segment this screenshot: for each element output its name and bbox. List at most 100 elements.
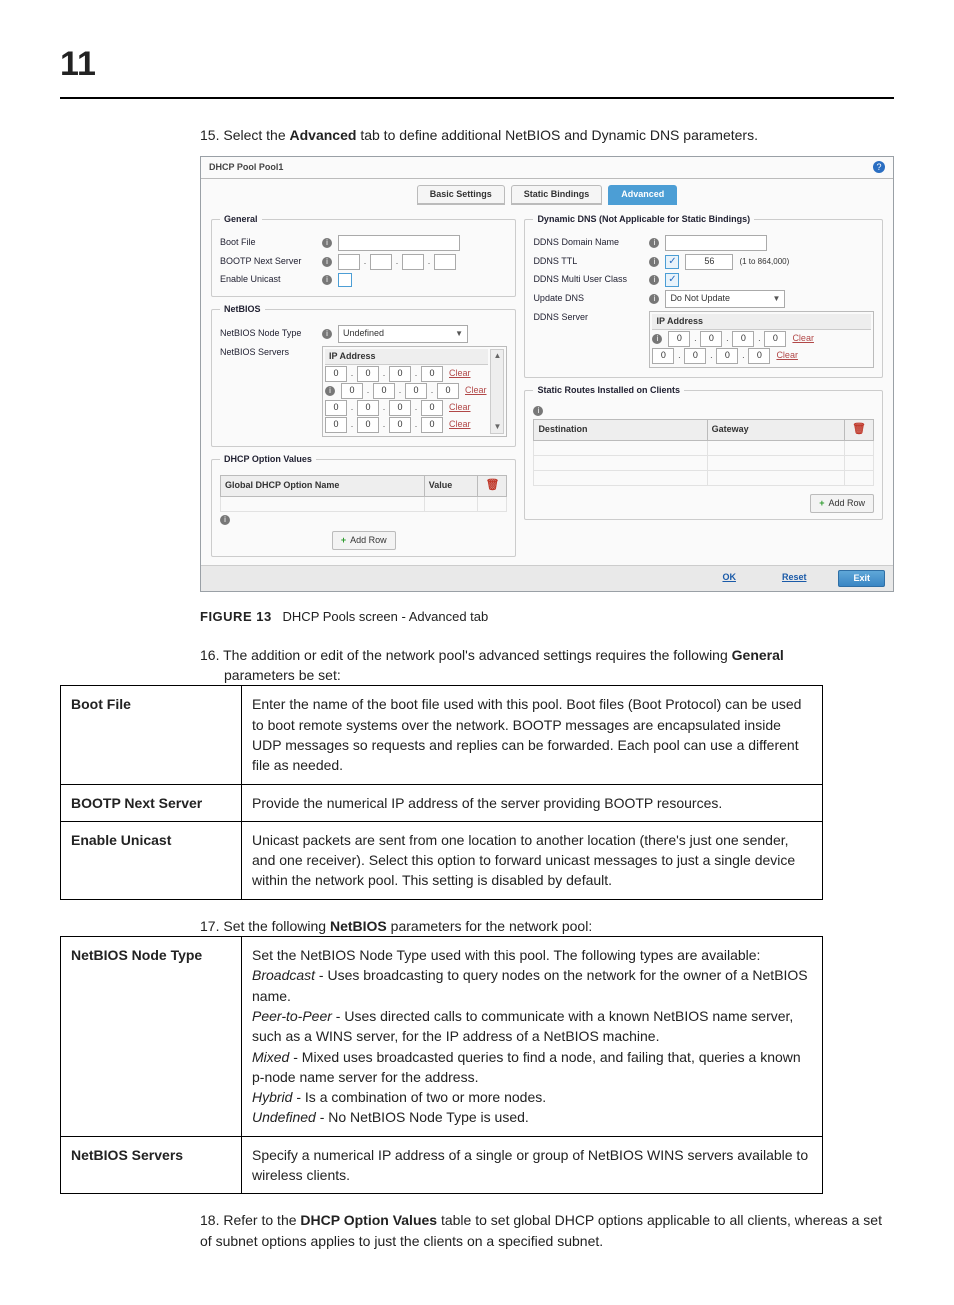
info-icon[interactable]: i [322,257,332,267]
exit-button[interactable]: Exit [838,570,885,587]
boot-file-input[interactable] [338,235,460,251]
reset-button[interactable]: Reset [768,570,821,587]
update-dns-select[interactable]: Do Not Update▼ [665,290,785,308]
right-column: Dynamic DNS (Not Applicable for Static B… [524,213,883,557]
ip-input[interactable]: 0.0.0.0 [325,400,443,416]
table-row[interactable] [534,470,874,485]
add-row-label: Add Row [828,497,865,510]
node-m-t: - Mixed uses broadcasted queries to find… [252,1049,801,1085]
netbios-params-table: NetBIOS Node Type Set the NetBIOS Node T… [60,936,823,1194]
step-16: 16. The addition or edit of the network … [200,645,894,900]
node-b-t: - Uses broadcasting to query nodes on th… [252,967,808,1003]
tab-basic-settings[interactable]: Basic Settings [417,185,505,205]
step-18-num: 18. [200,1212,223,1228]
netbios-fieldset: NetBIOS NetBIOS Node Type i Undefined▼ N… [211,303,516,447]
ip-input[interactable]: 0.0.0.0 [325,366,443,382]
info-icon[interactable]: i [322,275,332,285]
plus-icon: + [819,497,824,510]
row-ddns-multi: DDNS Multi User Classi✓ [533,273,874,287]
ok-button[interactable]: OK [708,570,750,587]
step-list: 15. Select the Advanced tab to define ad… [200,125,894,1251]
table-row[interactable] [534,455,874,470]
ip-input[interactable]: 0.0.0.0 [341,383,459,399]
table-row[interactable] [534,440,874,455]
plus-icon: + [341,534,346,547]
cell-servers-h: NetBIOS Servers [61,1136,242,1194]
info-icon[interactable]: i [649,275,659,285]
ttl-checkbox[interactable]: ✓ [665,255,679,269]
help-icon[interactable]: ? [873,161,885,173]
figure-lead: FIGURE 13 [200,609,272,624]
figure-caption: FIGURE 13 DHCP Pools screen - Advanced t… [200,608,894,627]
step-16-c: parameters be set: [224,665,894,685]
table-row: BOOTP Next ServerProvide the numerical I… [61,784,823,821]
netbios-servers-box: IP Address 0.0.0.0Clear i0.0.0.0Clear 0.… [322,346,507,437]
lbl-boot-file: Boot File [220,236,316,249]
node-h-t: - Is a combination of two or more nodes. [292,1089,546,1105]
info-icon[interactable]: i [322,329,332,339]
clear-link[interactable]: Clear [449,418,471,431]
step-16-a: The addition or edit of the network pool… [223,647,732,663]
info-icon[interactable]: i [533,406,543,416]
add-row-button[interactable]: + Add Row [810,494,874,513]
node-type-select[interactable]: Undefined▼ [338,325,468,343]
step-16-num: 16. [200,647,223,663]
clear-link[interactable]: Clear [465,384,487,397]
info-icon[interactable]: i [649,238,659,248]
tab-static-bindings[interactable]: Static Bindings [511,185,603,205]
info-icon[interactable]: i [649,257,659,267]
info-icon[interactable]: i [649,294,659,304]
row-bootp-next: BOOTP Next Server i ... [220,254,507,270]
clear-link[interactable]: Clear [776,349,798,362]
shot-title-muted: Pool1 [259,162,284,172]
clear-link[interactable]: Clear [449,401,471,414]
table-row: NetBIOS Node Type Set the NetBIOS Node T… [61,937,823,1137]
cell-boot-file-d: Enter the name of the boot file used wit… [242,686,823,784]
row-enable-unicast: Enable Unicast i ✓ [220,273,507,287]
ddns-fieldset: Dynamic DNS (Not Applicable for Static B… [524,213,883,378]
multi-checkbox[interactable]: ✓ [665,273,679,287]
ip-input[interactable]: 0.0.0.0 [325,417,443,433]
general-params-table: Boot FileEnter the name of the boot file… [60,685,823,899]
static-routes-table: DestinationGateway🗑 [533,419,874,486]
clear-link[interactable]: Clear [792,332,814,345]
ddns-domain-input[interactable] [665,235,767,251]
ip-input[interactable]: 0.0.0.0 [652,348,770,364]
col-delete: 🗑 [845,419,874,440]
info-icon[interactable]: i [652,334,662,344]
shot-title-bold: DHCP Pool [209,162,256,172]
ddns-legend: Dynamic DNS (Not Applicable for Static B… [533,213,754,226]
node-d1: Set the NetBIOS Node Type used with this… [252,947,760,963]
trash-icon[interactable]: 🗑 [852,423,866,435]
netbios-legend: NetBIOS [220,303,265,316]
node-m-i: Mixed [252,1049,289,1065]
ttl-spinner[interactable]: 56 [685,254,733,270]
scrollbar[interactable]: ▲▼ [490,349,504,434]
enable-unicast-checkbox[interactable]: ✓ [338,273,352,287]
clear-link[interactable]: Clear [449,367,471,380]
ip-input[interactable]: 0.0.0.0 [668,331,786,347]
cell-servers-d: Specify a numerical IP address of a sing… [242,1136,823,1194]
ddns-server-box: IP Address i0.0.0.0Clear 0.0.0.0Clear [649,311,874,368]
step-18: 18. Refer to the DHCP Option Values tabl… [200,1210,894,1251]
general-fieldset: General Boot File i BOOTP Next Server i [211,213,516,297]
info-icon[interactable]: i [220,515,230,525]
row-ddns-server: DDNS Server IP Address i0.0.0.0Clear 0.0… [533,311,874,368]
tab-advanced[interactable]: Advanced [608,185,677,205]
add-row-label: Add Row [350,534,387,547]
info-icon[interactable]: i [325,386,335,396]
lbl-node-type: NetBIOS Node Type [220,327,316,340]
shot-footer: OK Reset Exit [201,565,893,591]
general-legend: General [220,213,262,226]
row-ddns-domain: DDNS Domain Namei [533,235,874,251]
node-u-t: - No NetBIOS Node Type is used. [316,1109,529,1125]
info-icon[interactable]: i [322,238,332,248]
cell-bootp-d: Provide the numerical IP address of the … [242,784,823,821]
node-h-i: Hybrid [252,1089,292,1105]
node-u-i: Undefined [252,1109,316,1125]
bootp-ip-input[interactable]: ... [338,254,456,270]
table-row[interactable] [221,496,507,511]
add-row-button[interactable]: + Add Row [332,531,396,550]
lbl-ddns-server: DDNS Server [533,311,643,324]
trash-icon[interactable]: 🗑 [485,479,499,491]
